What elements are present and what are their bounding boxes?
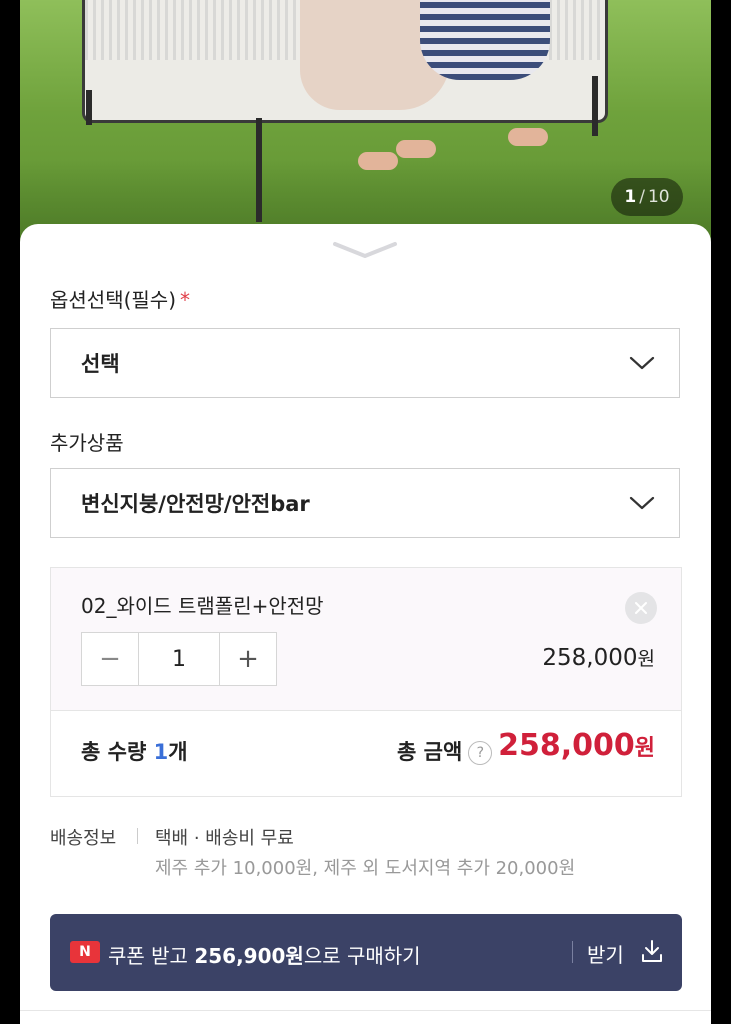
required-mark: * — [180, 288, 191, 312]
decrease-button[interactable]: − — [82, 633, 138, 685]
total-amount: 258,000원 — [498, 728, 655, 763]
chevron-down-icon — [629, 356, 655, 370]
selected-item-name: 02_와이드 트램폴린+안전망 — [81, 594, 324, 618]
child-figure — [420, 0, 550, 80]
selected-item: 02_와이드 트램폴린+안전망 − 1 + 258,000원 — [51, 568, 681, 711]
coupon-divider — [572, 941, 573, 963]
increase-button[interactable]: + — [220, 633, 276, 685]
total-qty-suffix: 개 — [168, 740, 188, 764]
close-icon — [635, 602, 647, 614]
option-label-text: 옵션선택(필수) — [50, 288, 177, 312]
coupon-purchase-button[interactable]: N 쿠폰 받고 256,900원으로 구매하기 받기 — [50, 914, 682, 991]
shipping-value: 택배 · 배송비 무료 — [155, 828, 294, 849]
counter-current: 1 — [624, 187, 637, 207]
addon-label: 추가상품 — [50, 431, 124, 455]
total-qty-prefix: 총 수량 — [81, 740, 154, 764]
coupon-get-label[interactable]: 받기 — [587, 939, 624, 968]
product-photo[interactable]: 1 / 10 — [20, 0, 711, 250]
total-amount-label-text: 총 금액 — [397, 740, 463, 764]
counter-separator: / — [639, 187, 645, 207]
total-qty-value: 1 — [153, 740, 169, 764]
naver-pay-icon: N — [70, 941, 100, 963]
total-quantity: 총 수량 1개 — [81, 736, 188, 766]
item-price: 258,000원 — [542, 644, 655, 671]
trampoline-leg — [592, 76, 598, 136]
total-amount-label: 총 금액? — [397, 736, 493, 766]
item-price-unit: 원 — [637, 648, 655, 670]
sheet-bottom-divider — [20, 1010, 711, 1011]
trampoline-leg — [86, 90, 92, 125]
coupon-suffix: 으로 구매하기 — [303, 944, 421, 968]
help-icon[interactable]: ? — [468, 741, 493, 765]
coupon-prefix: 쿠폰 받고 — [108, 944, 195, 968]
download-icon[interactable] — [640, 938, 664, 964]
shipping-label: 배송정보 — [50, 828, 117, 849]
option-select-value: 선택 — [81, 352, 120, 376]
shipping-note: 제주 추가 10,000원, 제주 외 도서지역 추가 20,000원 — [155, 858, 576, 879]
shipping-divider — [137, 828, 138, 844]
counter-total: 10 — [647, 187, 670, 207]
child-foot — [358, 152, 398, 170]
remove-item-button[interactable] — [625, 592, 657, 624]
option-label: 옵션선택(필수) * — [50, 284, 190, 313]
chevron-down-icon — [629, 496, 655, 510]
option-sheet: 옵션선택(필수) * 선택 추가상품 변신지붕/안전망/안전bar 02_와이드 … — [20, 224, 711, 1024]
coupon-text: 쿠폰 받고 256,900원으로 구매하기 — [108, 940, 421, 969]
child-foot — [396, 140, 436, 158]
child-foot — [508, 128, 548, 146]
total-amount-unit: 원 — [634, 736, 655, 761]
option-select[interactable]: 선택 — [50, 328, 680, 398]
selected-option-box: 02_와이드 트램폴린+안전망 − 1 + 258,000원 총 수량 1개 총… — [50, 567, 682, 797]
quantity-stepper: − 1 + — [81, 632, 277, 686]
coupon-amount: 256,900원 — [194, 944, 304, 968]
trampoline-leg — [256, 118, 262, 222]
total-amount-value: 258,000 — [498, 728, 635, 763]
addon-select[interactable]: 변신지붕/안전망/안전bar — [50, 468, 680, 538]
item-price-value: 258,000 — [542, 645, 638, 671]
image-counter: 1 / 10 — [611, 178, 683, 216]
quantity-value[interactable]: 1 — [138, 633, 220, 685]
addon-select-value: 변신지붕/안전망/안전bar — [81, 492, 310, 516]
chevron-down-handle-icon[interactable] — [332, 238, 398, 262]
